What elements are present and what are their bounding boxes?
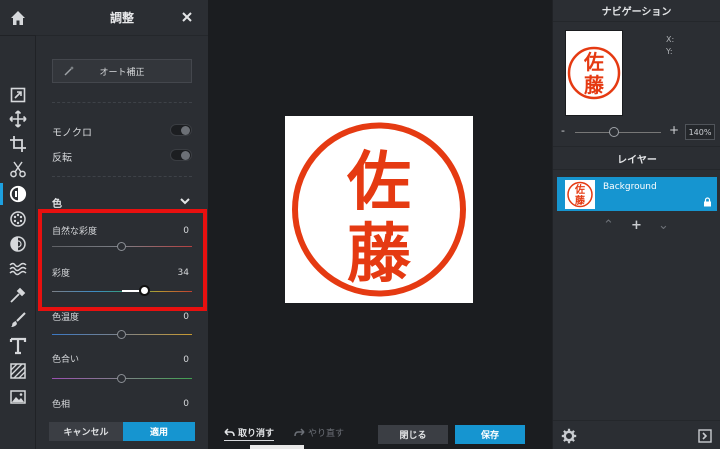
tool-crop[interactable] bbox=[0, 131, 36, 157]
y-coordinate-label: Y: bbox=[666, 47, 673, 56]
divider bbox=[52, 176, 192, 177]
save-button[interactable]: 保存 bbox=[455, 425, 525, 444]
monochrome-toggle[interactable] bbox=[170, 124, 192, 136]
canvas-footer: 取り消す やり直す 閉じる 保存 bbox=[208, 420, 552, 449]
cancel-button[interactable]: キャンセル bbox=[49, 422, 123, 441]
temperature-value: 0 bbox=[183, 312, 189, 322]
tooltip bbox=[250, 445, 304, 449]
panel-header: 調整 bbox=[36, 0, 208, 36]
adjust-icon bbox=[9, 185, 27, 203]
layer-down-button[interactable]: ⌄ bbox=[658, 218, 669, 233]
tool-cut[interactable] bbox=[0, 156, 36, 182]
image-icon bbox=[10, 390, 26, 404]
layer-controls: ⌃ + ⌄ bbox=[553, 218, 720, 234]
undo-button[interactable]: 取り消す bbox=[224, 426, 275, 441]
scissors-icon bbox=[10, 161, 26, 178]
canvas-image[interactable]: 佐 藤 bbox=[285, 116, 473, 303]
effects-icon bbox=[10, 211, 26, 227]
hue-label: 色相 bbox=[52, 400, 71, 410]
tool-text[interactable] bbox=[0, 333, 36, 359]
divider bbox=[52, 102, 192, 103]
layer-seal-preview: 佐 藤 bbox=[567, 181, 593, 208]
photo-editor: 調整 オート補正 モノクロ 反転 色 自然な彩度 0 彩度 34 色温度 0 色… bbox=[0, 0, 720, 449]
tint-knob[interactable] bbox=[117, 374, 126, 383]
tool-resize[interactable] bbox=[0, 82, 36, 108]
tint-label: 色合い bbox=[52, 355, 80, 365]
crop-icon bbox=[10, 136, 26, 152]
auto-fix-label: オート補正 bbox=[99, 67, 145, 78]
text-icon bbox=[9, 337, 27, 355]
wave-icon bbox=[9, 262, 27, 276]
chevron-down-icon[interactable] bbox=[180, 196, 190, 206]
move-icon bbox=[9, 110, 27, 128]
undo-label: 取り消す bbox=[238, 429, 275, 439]
dropper-icon bbox=[10, 287, 26, 303]
seal-image: 佐 藤 bbox=[292, 122, 466, 297]
invert-label: 反転 bbox=[52, 153, 72, 164]
x-coordinate-label: X: bbox=[666, 35, 675, 44]
monochrome-label: モノクロ bbox=[52, 128, 92, 139]
right-footer bbox=[553, 420, 720, 449]
right-panel: ナビゲーション 佐 藤 X: Y: - + 140% レイヤー 佐 藤 Back… bbox=[552, 0, 720, 449]
nav-seal-char-1: 佐 bbox=[583, 50, 604, 74]
navigator-seal-preview: 佐 藤 bbox=[567, 46, 621, 100]
tool-bar bbox=[0, 0, 36, 449]
navigator-thumbnail[interactable]: 佐 藤 bbox=[565, 30, 623, 116]
temperature-label: 色温度 bbox=[52, 313, 80, 323]
highlight-box bbox=[38, 209, 207, 311]
tool-image[interactable] bbox=[0, 384, 36, 410]
tool-adjust[interactable] bbox=[0, 181, 36, 207]
resize-icon bbox=[10, 87, 26, 103]
undo-icon bbox=[224, 428, 235, 437]
tool-liquify[interactable] bbox=[0, 256, 36, 282]
layer-up-button[interactable]: ⌃ bbox=[603, 218, 614, 233]
tool-filter[interactable] bbox=[0, 231, 36, 257]
zoom-level-input[interactable]: 140% bbox=[685, 124, 715, 140]
expand-panel-icon[interactable] bbox=[698, 429, 712, 443]
layer-seal-char-1: 佐 bbox=[574, 183, 585, 196]
redo-label: やり直す bbox=[308, 429, 345, 439]
tool-dropper[interactable] bbox=[0, 282, 36, 308]
tool-move[interactable] bbox=[0, 106, 36, 132]
filter-icon bbox=[10, 236, 26, 252]
layer-name: Background bbox=[603, 182, 657, 192]
seal-char-1: 佐 bbox=[346, 145, 411, 220]
panel-footer: キャンセル 適用 bbox=[36, 418, 208, 449]
nav-seal-char-2: 藤 bbox=[583, 73, 605, 97]
tool-effects[interactable] bbox=[0, 206, 36, 232]
layer-thumbnail: 佐 藤 bbox=[565, 180, 595, 209]
layer-seal-char-2: 藤 bbox=[575, 194, 586, 207]
layers-title: レイヤー bbox=[553, 146, 720, 170]
navigator-title: ナビゲーション bbox=[553, 0, 720, 22]
tint-value: 0 bbox=[183, 355, 189, 365]
tool-pattern[interactable] bbox=[0, 358, 36, 384]
lock-icon[interactable] bbox=[703, 197, 712, 207]
tool-brush[interactable] bbox=[0, 307, 36, 333]
redo-icon bbox=[294, 428, 305, 437]
redo-button[interactable]: やり直す bbox=[294, 426, 344, 439]
zoom-control: - + 140% bbox=[553, 122, 720, 142]
magic-wand-icon bbox=[64, 66, 74, 76]
close-button[interactable]: 閉じる bbox=[378, 425, 448, 444]
canvas-area[interactable]: 佐 藤 bbox=[208, 0, 552, 420]
zoom-out-button[interactable]: - bbox=[561, 124, 565, 137]
zoom-in-button[interactable]: + bbox=[669, 123, 679, 137]
brush-icon bbox=[11, 312, 26, 327]
temperature-knob[interactable] bbox=[117, 330, 126, 339]
color-section-label: 色 bbox=[52, 199, 62, 210]
gear-icon[interactable] bbox=[561, 428, 577, 444]
home-icon bbox=[11, 10, 25, 25]
close-icon[interactable] bbox=[180, 10, 194, 24]
invert-toggle[interactable] bbox=[170, 149, 192, 161]
zoom-knob[interactable] bbox=[609, 127, 619, 137]
hue-value: 0 bbox=[183, 399, 189, 409]
seal-char-2: 藤 bbox=[347, 217, 411, 292]
apply-button[interactable]: 適用 bbox=[123, 422, 195, 441]
auto-fix-button[interactable]: オート補正 bbox=[52, 59, 192, 83]
panel-title: 調整 bbox=[109, 11, 134, 25]
layer-item[interactable]: 佐 藤 Background bbox=[557, 177, 717, 211]
pattern-icon bbox=[10, 363, 26, 379]
add-layer-button[interactable]: + bbox=[631, 218, 642, 233]
home-button[interactable] bbox=[0, 0, 36, 36]
